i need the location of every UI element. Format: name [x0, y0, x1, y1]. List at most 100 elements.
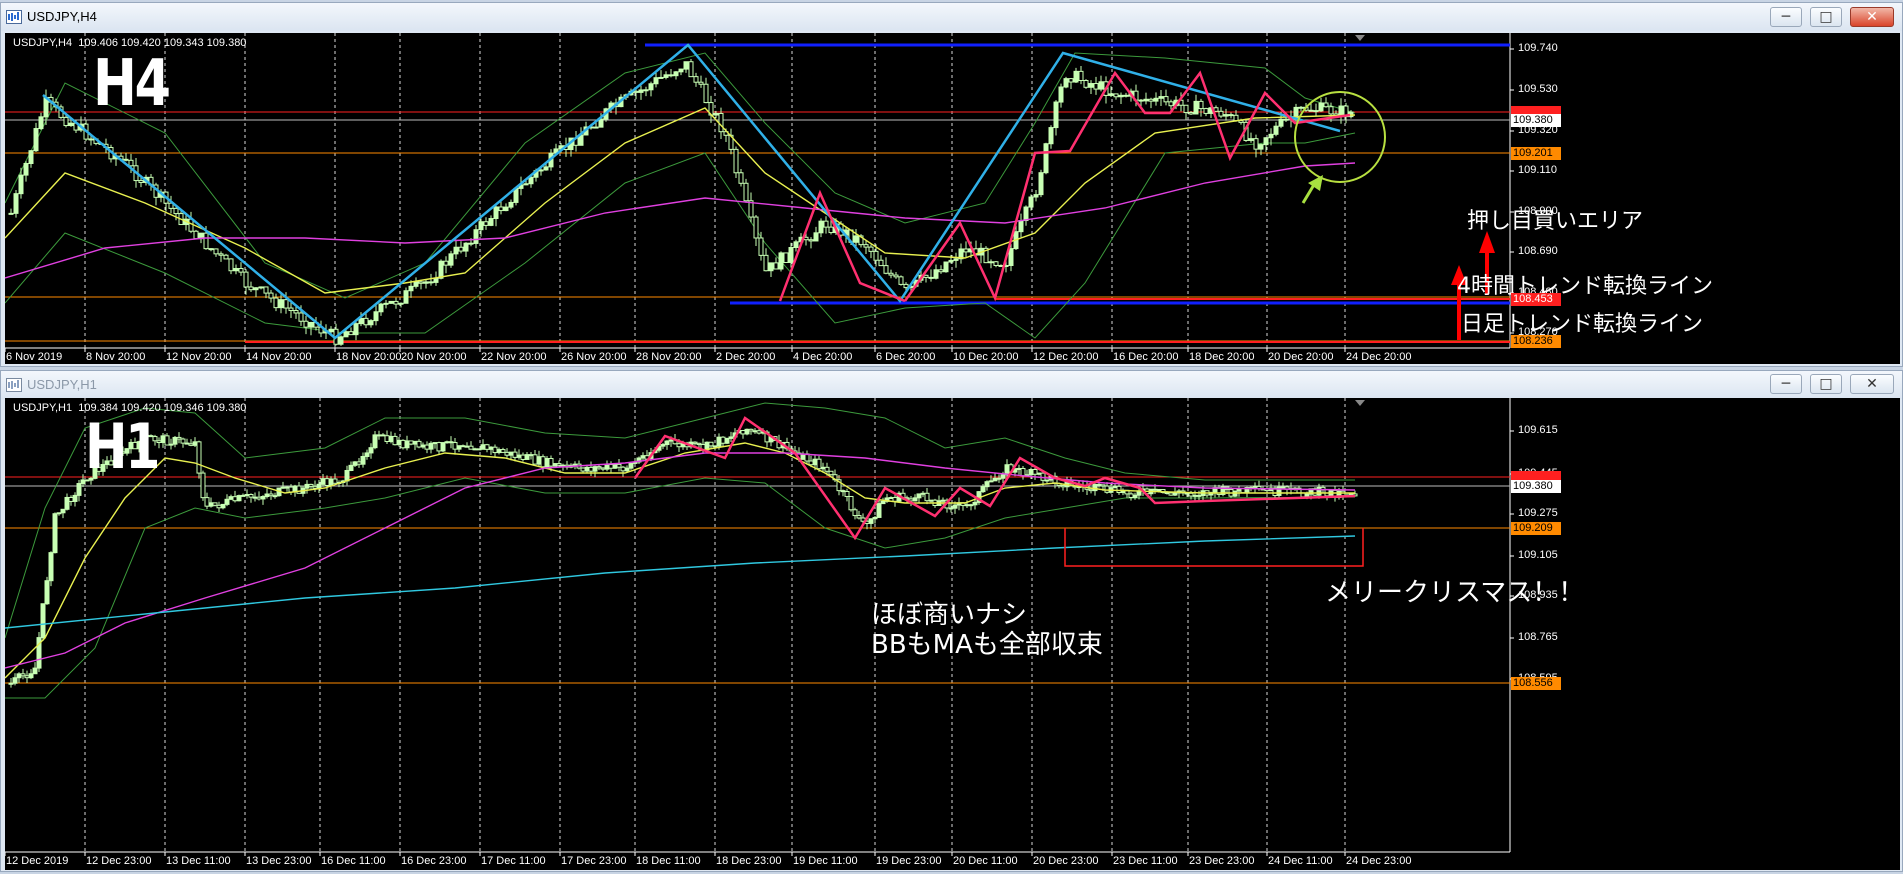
candle-body — [418, 281, 424, 284]
candle-body — [1132, 494, 1138, 498]
candle-body — [220, 503, 226, 509]
candle-body — [848, 495, 854, 511]
close-button[interactable]: ✕ — [1850, 7, 1894, 27]
candle-body — [580, 467, 586, 472]
minimize-button[interactable]: ─ — [1770, 7, 1802, 27]
candle-body — [1098, 81, 1104, 90]
candle-body — [43, 96, 49, 118]
time-label: 23 Dec 11:00 — [1113, 855, 1178, 867]
timeframe-label: H1 — [85, 410, 160, 483]
candle-body — [1268, 133, 1274, 139]
window-titlebar[interactable]: USDJPY,H1 ─ □ ✕ — [1, 371, 1902, 399]
candle-body — [283, 299, 289, 309]
candle-body — [68, 122, 74, 127]
candle-body — [1100, 484, 1106, 487]
candle-body — [1048, 127, 1054, 145]
price-chart-h4[interactable]: USDJPY,H4 109.406 109.420 109.343 109.38… — [5, 33, 1900, 364]
candle-body — [288, 486, 294, 493]
candle-body — [1152, 488, 1158, 491]
candle-body — [196, 441, 202, 474]
timeframe-label: H4 — [93, 47, 171, 121]
candle-body — [664, 440, 670, 446]
candle-body — [816, 458, 822, 470]
candle-body — [432, 442, 438, 445]
time-label: 19 Dec 11:00 — [793, 855, 858, 867]
candle-body — [72, 494, 78, 502]
chart-window-h4[interactable]: USDJPY,H4 ─ □ ✕ USDJPY,H4 109.406 109.42… — [0, 2, 1903, 367]
candle-body — [863, 244, 869, 248]
candle-body — [678, 68, 684, 73]
candle-body — [1044, 479, 1050, 482]
price-chart-h1[interactable]: USDJPY,H1 109.384 109.420 109.346 109.38… — [5, 398, 1900, 870]
candle-body — [1053, 101, 1059, 129]
candle-body — [523, 183, 529, 186]
candle-body — [544, 458, 550, 468]
candle-body — [673, 71, 679, 77]
close-button[interactable]: ✕ — [1850, 374, 1894, 394]
chart-window-h1[interactable]: USDJPY,H1 ─ □ ✕ USDJPY,H1 109.384 109.42… — [0, 370, 1903, 872]
candle-body — [204, 497, 210, 507]
bollinger-band — [5, 477, 1356, 699]
time-label: 12 Nov 20:00 — [166, 351, 232, 363]
candle-body — [620, 466, 626, 472]
candle-body — [740, 430, 746, 435]
candle-body — [138, 180, 144, 183]
candle-body — [248, 494, 254, 498]
candle-body — [744, 428, 750, 435]
candle-body — [403, 290, 409, 304]
candle-body — [892, 497, 898, 502]
candle-body — [778, 252, 784, 270]
candle-body — [703, 83, 709, 104]
time-label: 19 Dec 23:00 — [876, 855, 942, 867]
candle-body — [1083, 80, 1089, 88]
candle-body — [1263, 137, 1269, 146]
candle-body — [773, 262, 779, 270]
candle-body — [528, 454, 534, 457]
price-label: 109.740 — [1518, 42, 1558, 54]
candle-body — [1112, 485, 1118, 489]
candle-body — [8, 682, 14, 685]
candle-body — [428, 442, 434, 450]
maximize-button[interactable]: □ — [1810, 374, 1842, 394]
candle-body — [943, 261, 949, 273]
daily-trend-reversal-label: 日足トレンド転換ライン — [1461, 312, 1704, 337]
candle-body — [208, 248, 214, 251]
candle-body — [392, 435, 398, 446]
price-label: 109.275 — [1518, 507, 1558, 519]
candle-body — [348, 331, 354, 336]
candle-body — [348, 464, 354, 471]
time-label: 24 Dec 23:00 — [1346, 855, 1412, 867]
candle-body — [384, 435, 390, 442]
candle-body — [372, 434, 378, 449]
candle-body — [688, 61, 694, 78]
candle-body — [398, 302, 404, 305]
candle-body — [1313, 110, 1319, 113]
candle-body — [584, 466, 590, 472]
candle-body — [483, 221, 489, 226]
candle-body — [878, 259, 884, 267]
candle-body — [458, 246, 464, 252]
candle-body — [984, 481, 990, 488]
candle-body — [176, 436, 182, 440]
candle-body — [1138, 99, 1144, 102]
candle-body — [540, 456, 546, 468]
moving-average-slow — [5, 162, 1356, 279]
candle-body — [933, 269, 939, 279]
candle-body — [1233, 114, 1239, 122]
candle-body — [344, 469, 350, 482]
window-titlebar[interactable]: USDJPY,H4 ─ □ ✕ — [1, 3, 1902, 31]
candle-body — [756, 430, 762, 434]
candle-body — [420, 444, 426, 448]
candle-body — [753, 216, 759, 239]
minimize-button[interactable]: ─ — [1770, 374, 1802, 394]
candle-body — [1252, 485, 1258, 488]
window-title: USDJPY,H1 — [27, 377, 97, 392]
candle-body — [404, 440, 410, 449]
candle-body — [443, 260, 449, 266]
maximize-icon: □ — [1819, 376, 1833, 392]
time-label: 17 Dec 23:00 — [561, 855, 627, 867]
candle-body — [758, 237, 764, 256]
candle-body — [856, 515, 862, 519]
maximize-button[interactable]: □ — [1810, 7, 1842, 27]
candle-body — [24, 675, 30, 679]
